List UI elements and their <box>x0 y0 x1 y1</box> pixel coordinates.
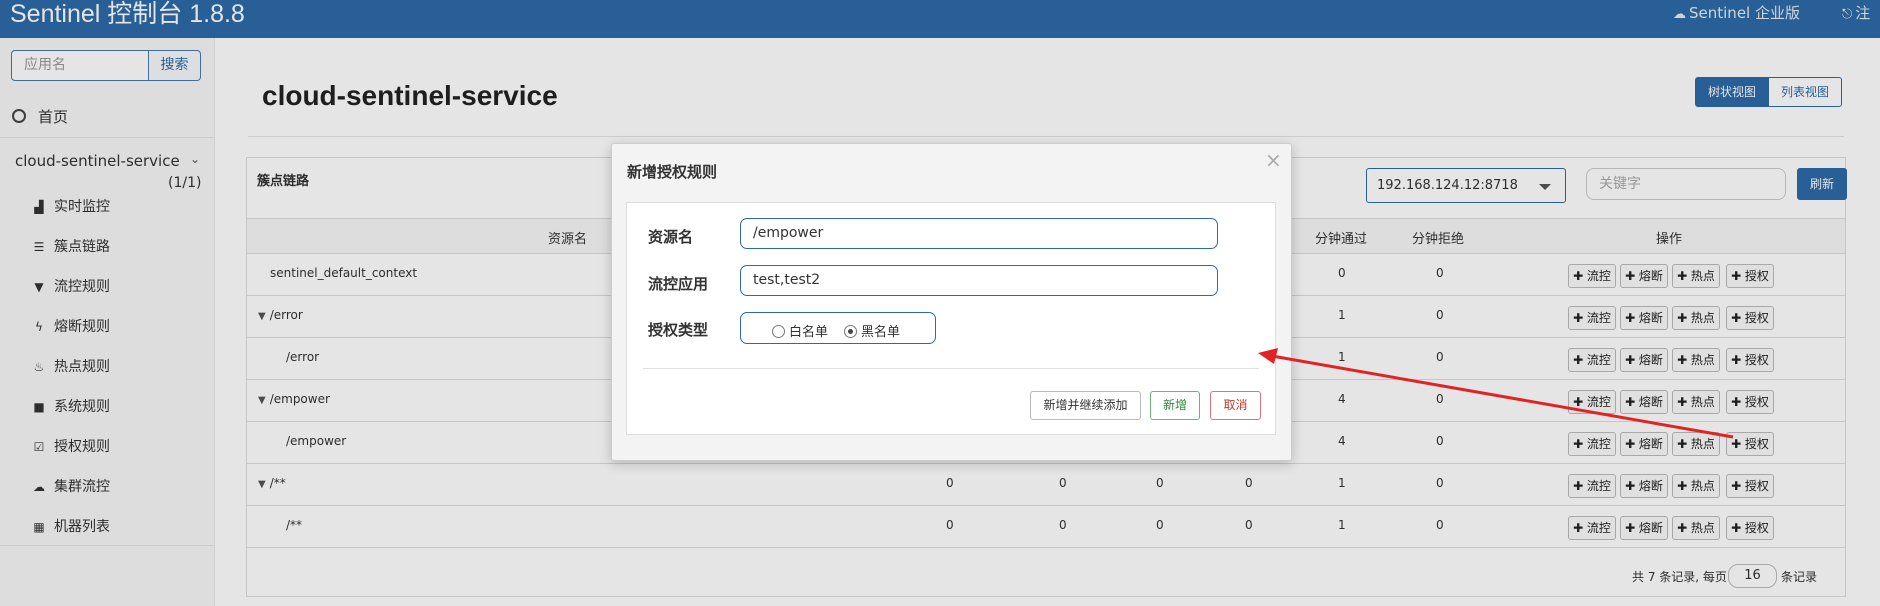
arrow-head <box>1258 348 1278 364</box>
arrow-shaft <box>1271 354 1734 439</box>
annotation-arrow <box>1258 348 1734 439</box>
